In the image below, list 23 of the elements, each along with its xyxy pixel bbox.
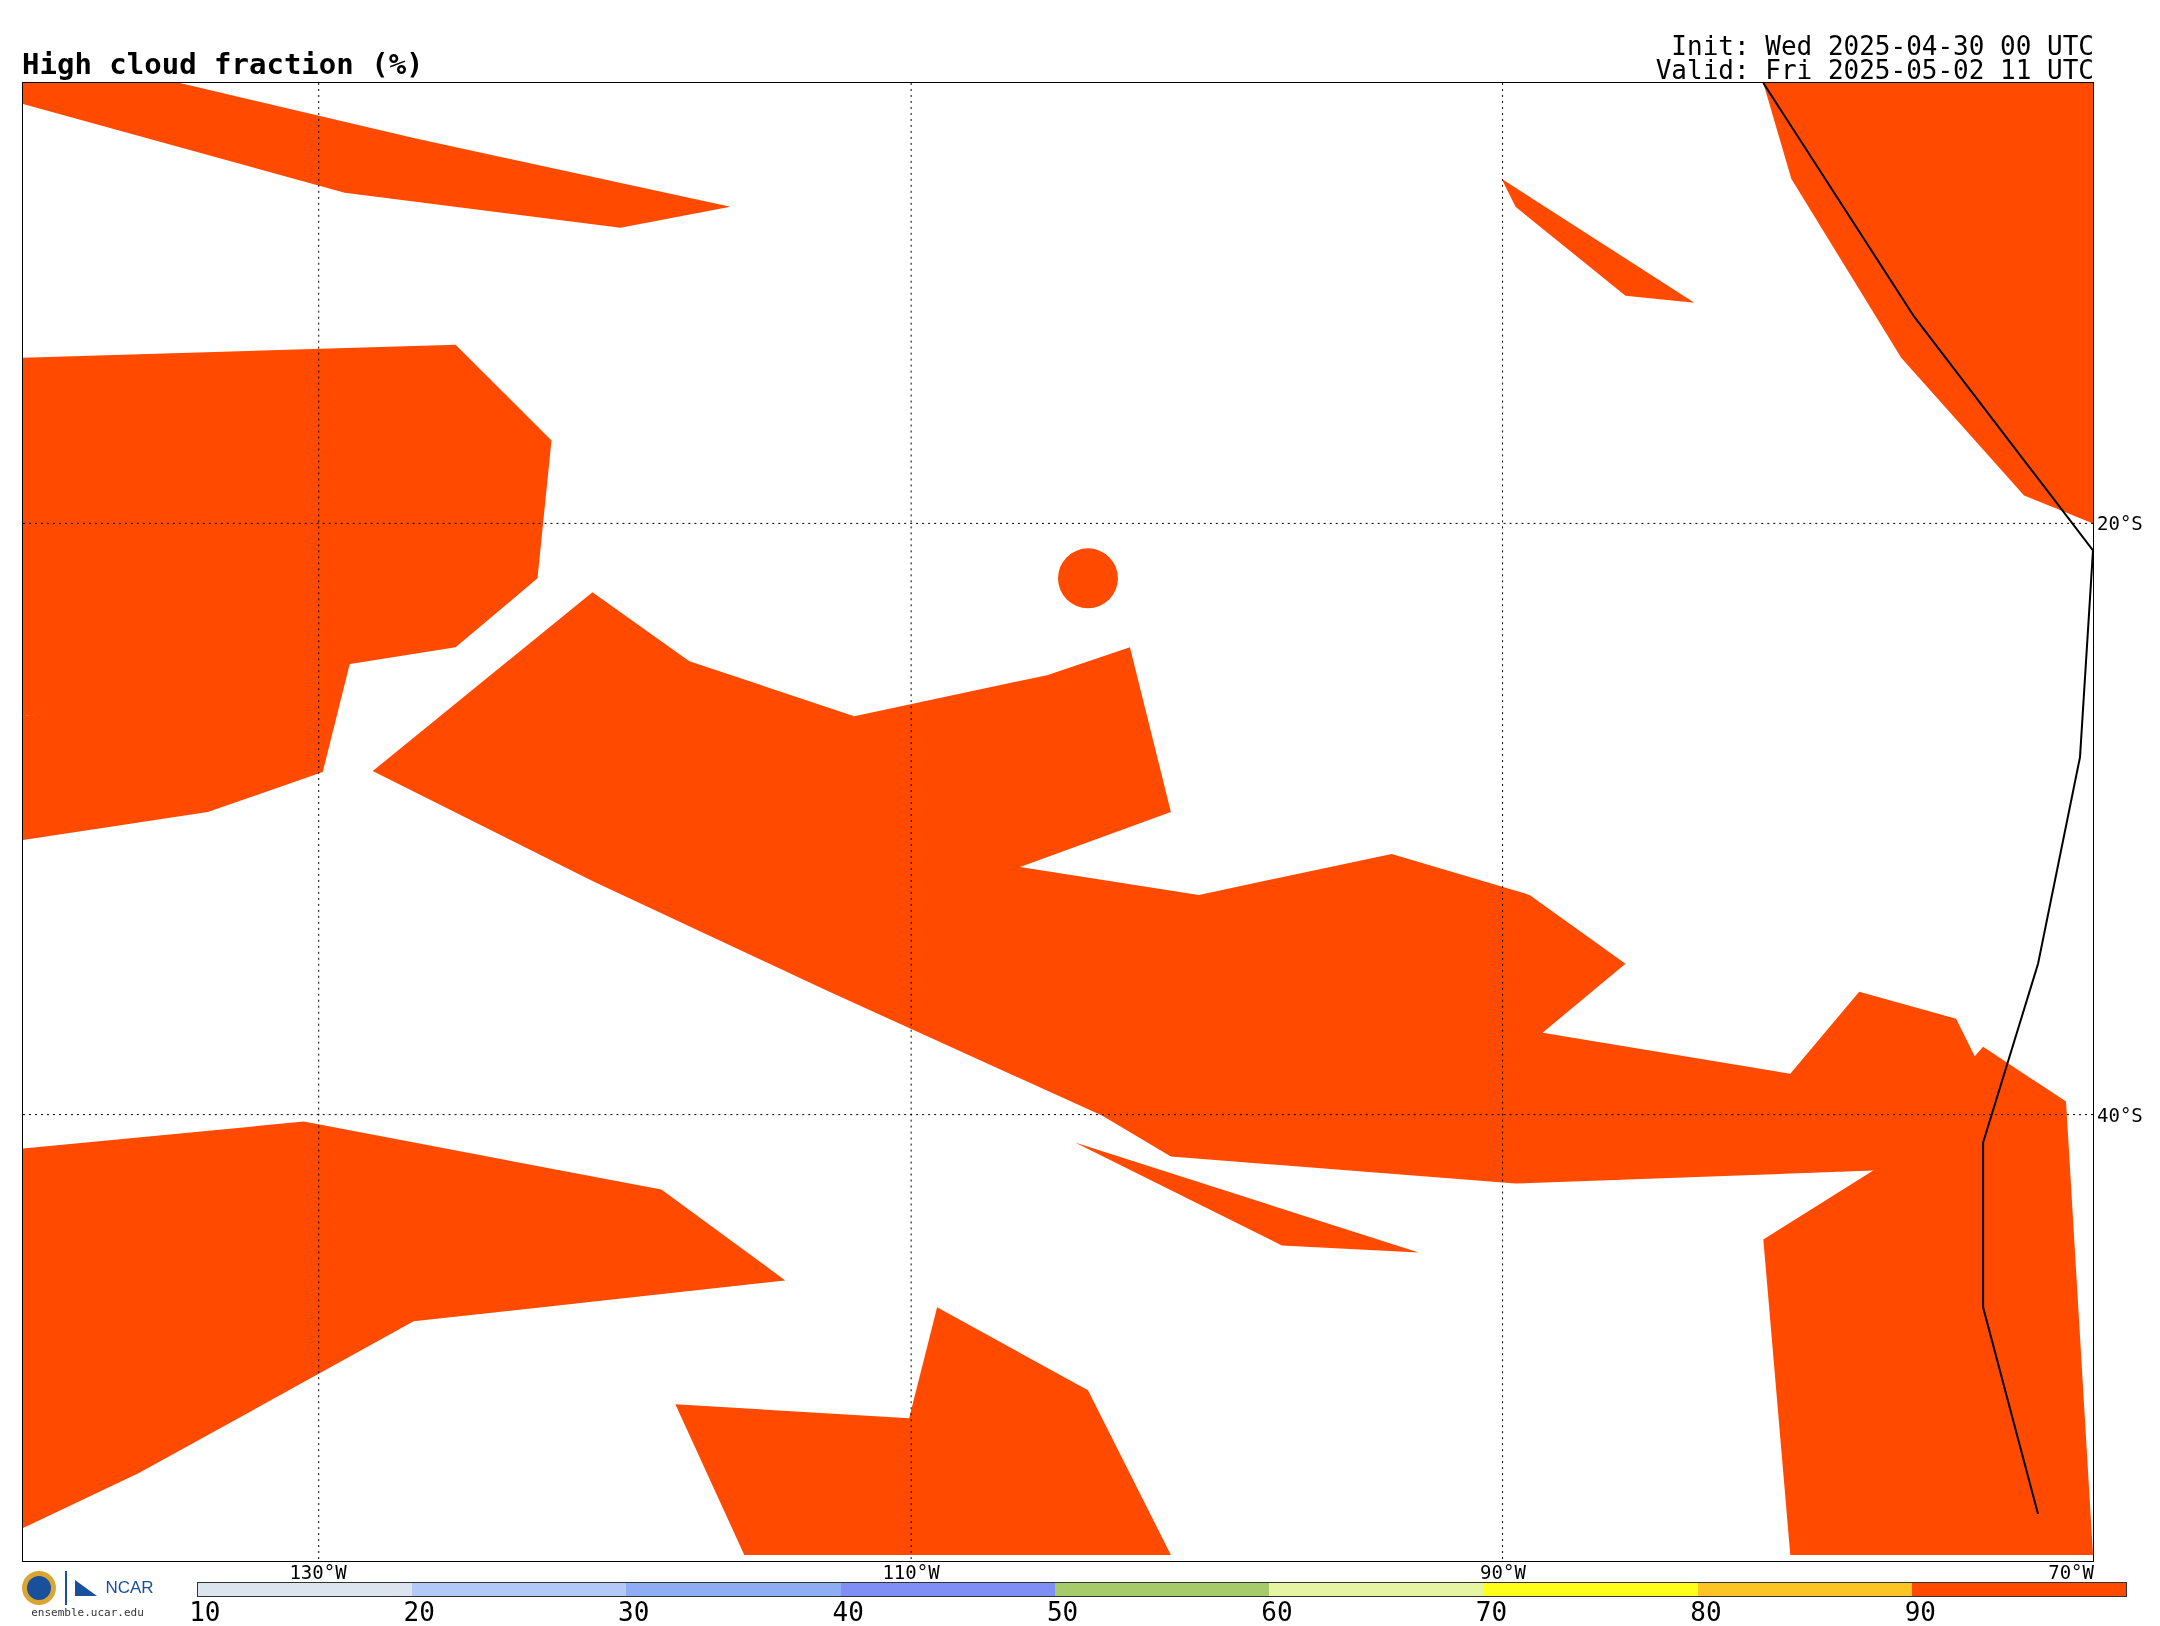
valid-time: Valid: Fri 2025-05-02 11 UTC — [1655, 58, 2094, 82]
divider-icon — [65, 1571, 68, 1605]
init-time: Init: Wed 2025-04-30 00 UTC — [1671, 34, 2094, 58]
latitude-label: 40°S — [2097, 1105, 2143, 1125]
latitude-label: 20°S — [2097, 513, 2143, 533]
tick-label: 60 — [1261, 1597, 1293, 1626]
longitude-label: 70°W — [2048, 1562, 2094, 1582]
tick-label: 10 — [189, 1597, 221, 1626]
tick-label: 70 — [1475, 1597, 1508, 1626]
tick-label: 20 — [403, 1597, 435, 1626]
tick-label: 80 — [1690, 1597, 1722, 1626]
tick-label: 90 — [1904, 1597, 1936, 1626]
longitude-label: 130°W — [289, 1562, 347, 1582]
chart-title: High cloud fraction (%) — [22, 50, 424, 82]
longitude-label: 110°W — [882, 1562, 940, 1582]
tick-label: 30 — [618, 1597, 650, 1626]
tick-label: 50 — [1046, 1597, 1079, 1626]
tick-label: 40 — [832, 1597, 864, 1626]
seal-icon — [21, 1570, 58, 1606]
longitude-label: 90°W — [1480, 1562, 1526, 1582]
site-url: ensemble.ucar.edu — [31, 1606, 144, 1619]
logo-text: NCAR — [105, 1578, 154, 1598]
wedge-icon — [75, 1580, 98, 1596]
